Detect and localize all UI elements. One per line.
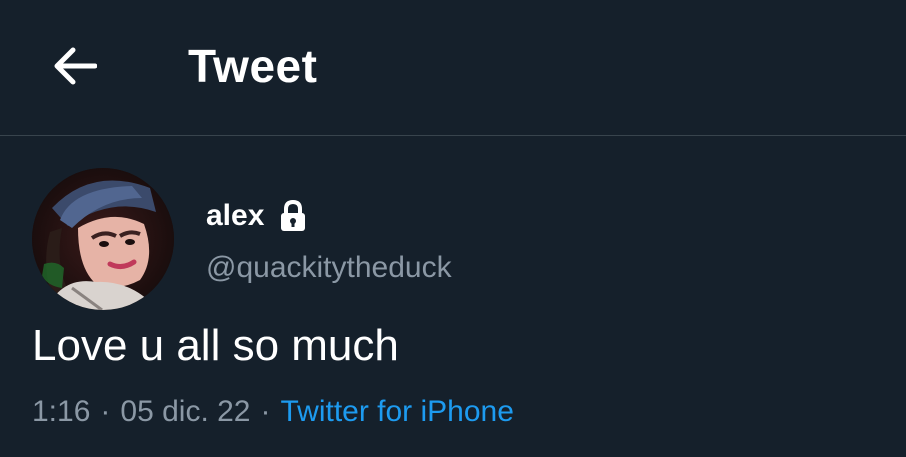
separator: ·	[260, 395, 271, 428]
separator: ·	[100, 395, 111, 428]
back-button[interactable]	[44, 36, 104, 96]
author-name-row[interactable]: alex	[206, 196, 308, 236]
page-title: Tweet	[188, 40, 318, 92]
display-name[interactable]: alex	[206, 199, 264, 233]
avatar[interactable]	[32, 168, 174, 310]
lock-icon	[281, 199, 306, 231]
tweet-date[interactable]: 05 dic. 22	[120, 395, 250, 428]
avatar-photo	[32, 168, 174, 310]
tweet-time[interactable]: 1:16	[32, 395, 90, 428]
arrow-left-icon	[54, 47, 97, 85]
top-bar: Tweet	[0, 0, 906, 136]
tweet-source-link[interactable]: Twitter for iPhone	[280, 395, 513, 428]
tweet-metadata: 1:16 · 05 dic. 22 · Twitter for iPhone	[32, 392, 514, 432]
tweet-text: Love u all so much	[32, 321, 399, 370]
user-handle[interactable]: @quackitytheduck	[206, 248, 452, 288]
